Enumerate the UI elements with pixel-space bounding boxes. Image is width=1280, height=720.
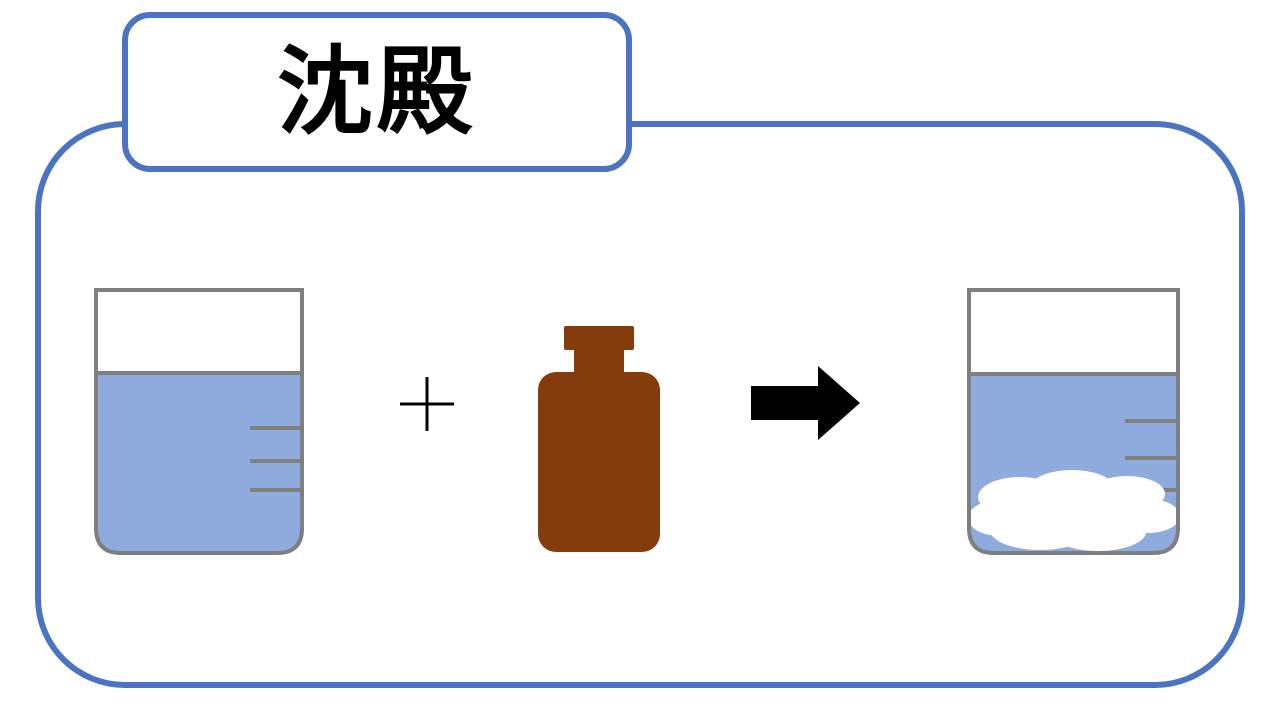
precipitation-diagram bbox=[94, 288, 1180, 555]
plus-icon bbox=[400, 377, 454, 431]
right-arrow-icon bbox=[751, 366, 860, 440]
slide: 沈殿 bbox=[0, 0, 1280, 720]
reagent-bottle-icon bbox=[538, 326, 660, 552]
left-beaker bbox=[94, 288, 304, 555]
right-beaker bbox=[967, 288, 1180, 555]
